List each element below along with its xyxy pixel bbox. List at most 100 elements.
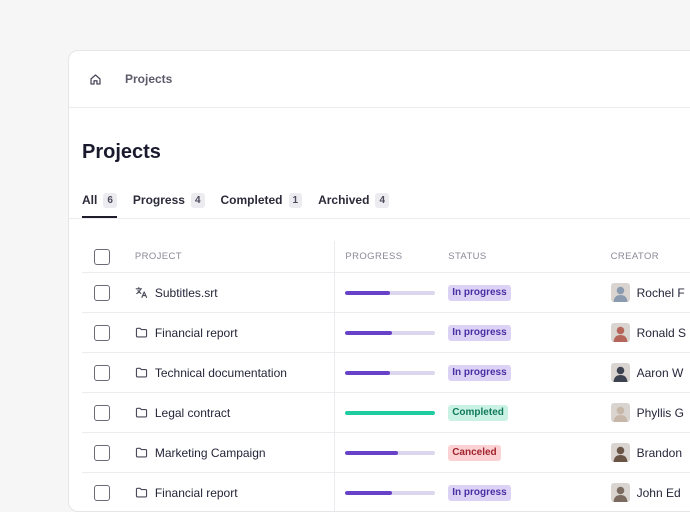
progress-fill <box>345 450 398 455</box>
progress-fill <box>345 370 391 375</box>
creator-cell: Ronald S <box>610 313 690 352</box>
select-all-checkbox[interactable] <box>94 248 110 265</box>
table-header: PROJECT PROGRESS STATUS CREATOR <box>82 241 690 273</box>
status-cell: Completed <box>438 393 610 432</box>
project-name[interactable]: Financial report <box>155 486 238 500</box>
page-title: Projects <box>82 141 161 163</box>
progress-cell <box>335 273 438 312</box>
row-checkbox[interactable] <box>94 404 110 421</box>
column-header-creator[interactable]: CREATOR <box>611 241 690 272</box>
tab-count-badge: 1 <box>288 192 303 208</box>
row-checkbox[interactable] <box>94 284 110 301</box>
progress-bar <box>345 410 436 415</box>
status-badge: Completed <box>448 404 508 421</box>
status-badge: In progress <box>448 284 511 301</box>
projects-table: PROJECT PROGRESS STATUS CREATOR Subtitle… <box>82 241 690 511</box>
column-header-project[interactable]: PROJECT <box>122 241 336 272</box>
folder-icon <box>135 326 149 340</box>
project-name[interactable]: Subtitles.srt <box>155 286 218 300</box>
row-select-cell <box>82 313 122 352</box>
tab-label: Completed <box>220 193 283 207</box>
project-name[interactable]: Technical documentation <box>155 366 287 380</box>
project-cell[interactable]: Technical documentation <box>122 353 336 392</box>
project-cell[interactable]: Subtitles.srt <box>122 273 336 312</box>
tab-archived[interactable]: Archived 4 <box>318 191 389 218</box>
row-select-cell <box>82 353 122 392</box>
table-row[interactable]: Marketing Campaign Canceled Brandon <box>82 433 690 473</box>
project-name[interactable]: Financial report <box>155 326 238 340</box>
folder-icon <box>135 366 149 380</box>
tab-label: Archived <box>318 193 370 207</box>
tab-divider <box>69 218 690 219</box>
row-select-cell <box>82 273 122 312</box>
tab-label: Progress <box>132 193 185 207</box>
creator-cell: Brandon <box>610 433 690 472</box>
row-select-cell <box>82 433 122 472</box>
creator-name: John Ed <box>636 485 681 500</box>
row-checkbox[interactable] <box>94 444 110 461</box>
folder-icon <box>135 446 149 460</box>
row-checkbox[interactable] <box>94 324 110 341</box>
table-row[interactable]: Financial report In progress John Ed <box>82 473 690 511</box>
tab-progress[interactable]: Progress 4 <box>133 191 205 218</box>
avatar <box>610 363 630 382</box>
status-badge: In progress <box>448 484 511 501</box>
progress-cell <box>335 393 438 432</box>
status-cell: Canceled <box>438 433 610 472</box>
project-name[interactable]: Marketing Campaign <box>155 446 266 460</box>
table-row[interactable]: Subtitles.srt In progress Rochel F <box>82 273 690 313</box>
status-cell: In progress <box>438 473 610 511</box>
status-badge: Canceled <box>448 444 501 461</box>
progress-bar <box>345 330 436 335</box>
project-cell[interactable]: Legal contract <box>122 393 336 432</box>
table-row[interactable]: Technical documentation In progress Aaron … <box>82 353 690 393</box>
avatar <box>610 283 630 302</box>
creator-name: Brandon <box>636 445 682 460</box>
table-row[interactable]: Legal contract Completed Phyllis G <box>82 393 690 433</box>
column-header-status[interactable]: STATUS <box>438 241 610 272</box>
folder-icon <box>135 406 149 420</box>
creator-cell: Phyllis G <box>610 393 690 432</box>
translate-icon <box>135 286 149 300</box>
breadcrumb: Projects <box>69 51 690 108</box>
breadcrumb-projects-link[interactable]: Projects <box>125 72 172 86</box>
progress-fill <box>345 290 391 295</box>
progress-fill <box>345 490 393 495</box>
avatar <box>610 323 630 342</box>
status-cell: In progress <box>438 353 610 392</box>
creator-name: Ronald S <box>636 325 686 340</box>
progress-cell <box>335 353 438 392</box>
project-name[interactable]: Legal contract <box>155 406 230 420</box>
table-row[interactable]: Financial report In progress Ronald S <box>82 313 690 353</box>
projects-panel: Projects Projects All 6 Progress 4 Completed… <box>68 50 690 512</box>
progress-fill <box>345 330 393 335</box>
creator-name: Rochel F <box>636 285 685 300</box>
progress-bar <box>345 370 436 375</box>
row-select-cell <box>82 473 122 511</box>
creator-name: Phyllis G <box>636 405 684 420</box>
table-body: Subtitles.srt In progress Rochel F Financia… <box>82 273 690 511</box>
project-cell[interactable]: Marketing Campaign <box>122 433 336 472</box>
status-badge: In progress <box>448 364 511 381</box>
home-icon[interactable] <box>87 71 103 87</box>
tab-count-badge: 6 <box>103 192 117 208</box>
row-checkbox[interactable] <box>94 364 110 381</box>
row-checkbox[interactable] <box>94 484 110 501</box>
tab-completed[interactable]: Completed 1 <box>221 191 303 218</box>
folder-icon <box>135 486 149 500</box>
status-cell: In progress <box>438 273 610 312</box>
tab-all[interactable]: All 6 <box>82 191 117 218</box>
creator-name: Aaron W <box>636 365 684 380</box>
column-header-progress[interactable]: PROGRESS <box>335 241 438 272</box>
progress-bar <box>345 290 436 295</box>
progress-cell <box>335 433 438 472</box>
progress-cell <box>335 473 438 511</box>
project-cell[interactable]: Financial report <box>122 313 336 352</box>
progress-bar <box>345 450 436 455</box>
creator-cell: Rochel F <box>610 273 690 312</box>
project-cell[interactable]: Financial report <box>122 473 336 511</box>
progress-bar <box>345 490 436 495</box>
progress-cell <box>335 313 438 352</box>
row-select-cell <box>82 393 122 432</box>
progress-fill <box>345 410 436 415</box>
